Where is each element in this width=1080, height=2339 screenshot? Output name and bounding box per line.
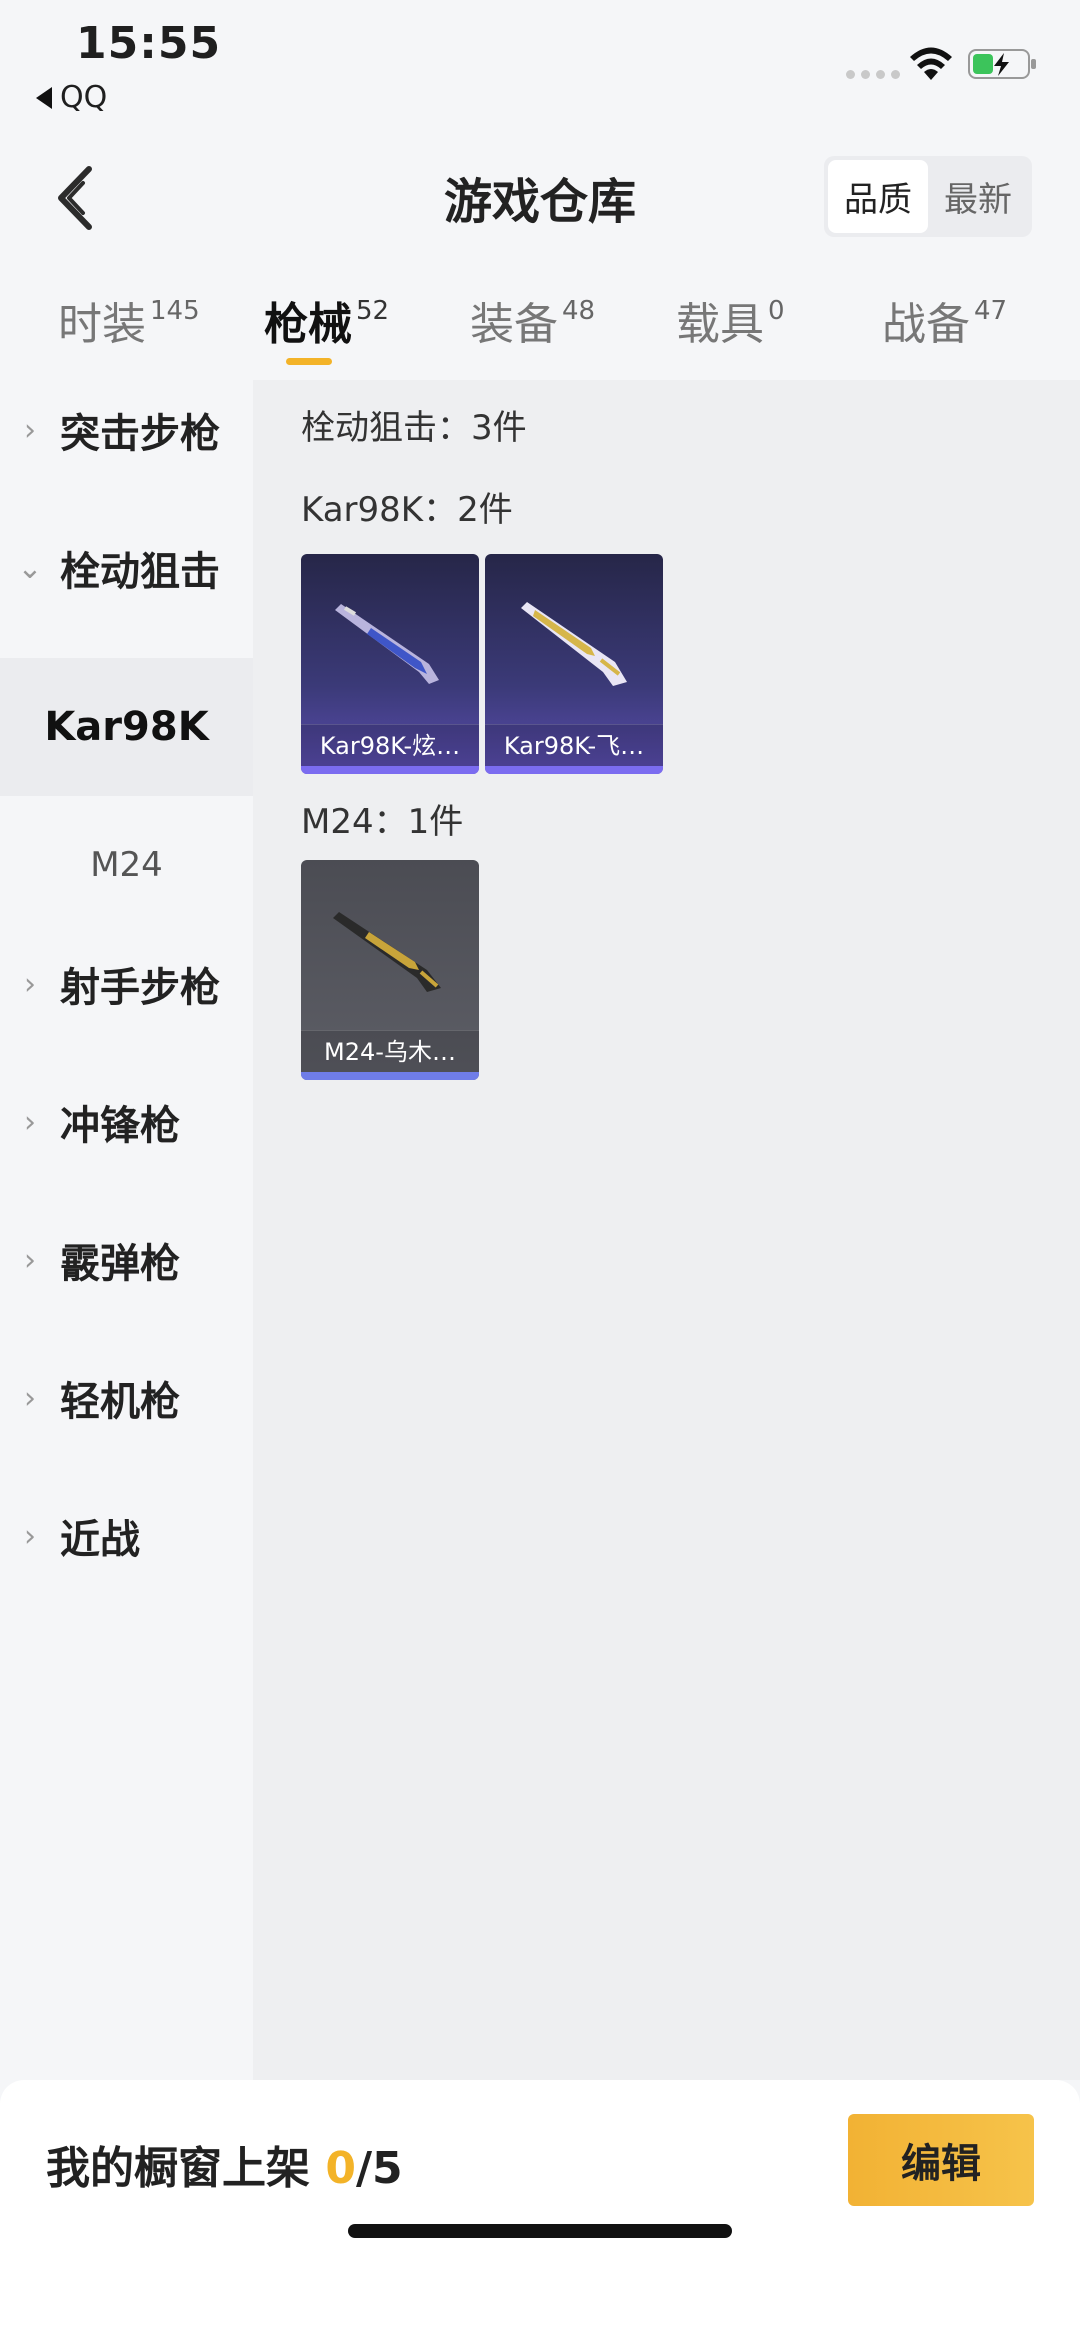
sidebar-item-smg[interactable]: › 冲锋枪 — [0, 1072, 253, 1172]
group-title-kar98k: Kar98K：2件 — [301, 490, 513, 530]
tab-count: 0 — [768, 296, 785, 326]
chevron-right-icon: › — [24, 1242, 36, 1278]
game-warehouse-page: 15:55 QQ 游戏仓库 品质 最新 时装 145 枪械 52 装备 48 载… — [0, 0, 1080, 2339]
tab-count: 47 — [974, 296, 1008, 326]
rifle-icon — [521, 602, 627, 686]
weapon-category-sidebar: › 突击步枪 ⌄ 栓动狙击 Kar98K M24 › 射手步枪 › 冲锋枪 › … — [0, 380, 253, 2080]
tab-label: 时装 — [58, 299, 146, 350]
chevron-right-icon: › — [24, 1104, 36, 1140]
chevron-right-icon: › — [24, 966, 36, 1002]
chevron-right-icon: › — [24, 412, 36, 448]
active-tab-indicator — [286, 358, 332, 365]
showcase-count: 0 — [325, 2143, 356, 2194]
sidebar-item-label: 近战 — [60, 1517, 140, 1563]
tab-count: 145 — [150, 296, 200, 326]
weapon-name: Kar98K-炫… — [301, 724, 479, 766]
tab-fashion[interactable]: 时装 145 — [58, 288, 200, 352]
tab-label: 装备 — [470, 299, 558, 350]
showcase-total: /5 — [355, 2143, 403, 2194]
tab-supplies[interactable]: 战备 47 — [882, 288, 1007, 352]
category-total: 栓动狙击：3件 — [301, 408, 527, 448]
showcase-label: 我的橱窗上架 — [46, 2143, 326, 2194]
chevron-right-icon: › — [24, 1518, 36, 1554]
sidebar-subitem-m24[interactable]: M24 — [0, 796, 253, 934]
category-tabs: 时装 145 枪械 52 装备 48 载具 0 战备 47 — [0, 280, 1080, 380]
home-indicator[interactable] — [348, 2224, 732, 2238]
sidebar-item-melee[interactable]: › 近战 — [0, 1486, 253, 1586]
chevron-down-icon: ⌄ — [17, 550, 43, 586]
sort-toggle: 品质 最新 — [824, 156, 1032, 237]
sidebar-subitem-kar98k[interactable]: Kar98K — [0, 658, 253, 796]
rarity-bar — [301, 766, 479, 774]
chevron-right-icon: › — [24, 1380, 36, 1416]
rarity-bar — [301, 1072, 479, 1080]
showcase-bar: 我的橱窗上架 0/5 编辑 — [0, 2080, 1080, 2339]
sort-option-quality[interactable]: 品质 — [828, 160, 928, 233]
sidebar-item-assault-rifle[interactable]: › 突击步枪 — [0, 380, 253, 480]
tab-label: 载具 — [676, 299, 764, 350]
back-app-label: QQ — [60, 80, 108, 115]
tab-equipment[interactable]: 装备 48 — [470, 288, 595, 352]
weapon-card[interactable]: M24-乌木… — [301, 860, 479, 1080]
sidebar-item-lmg[interactable]: › 轻机枪 — [0, 1348, 253, 1448]
group-title-m24: M24：1件 — [301, 802, 464, 842]
rifle-icon — [335, 604, 439, 684]
cellular-signal-icon — [846, 70, 900, 79]
nav-header: 游戏仓库 品质 最新 — [0, 140, 1080, 260]
sidebar-item-label: 突击步枪 — [60, 411, 220, 457]
tab-count: 48 — [562, 296, 596, 326]
sidebar-item-marksman-rifle[interactable]: › 射手步枪 — [0, 934, 253, 1034]
status-time: 15:55 — [76, 18, 222, 69]
weapon-name: M24-乌木… — [301, 1030, 479, 1072]
sidebar-item-label: 霰弹枪 — [60, 1241, 180, 1287]
sidebar-item-label: 射手步枪 — [60, 965, 220, 1011]
weapon-card[interactable]: Kar98K-炫… — [301, 554, 479, 774]
back-to-app-link[interactable]: QQ — [36, 80, 107, 115]
sort-option-newest[interactable]: 最新 — [928, 160, 1028, 233]
status-bar: 15:55 QQ — [0, 0, 1080, 120]
sidebar-item-label: 轻机枪 — [60, 1379, 180, 1425]
rarity-bar — [485, 766, 663, 774]
sidebar-item-shotgun[interactable]: › 霰弹枪 — [0, 1210, 253, 1310]
tab-label: 战备 — [882, 299, 970, 350]
tab-firearms[interactable]: 枪械 52 — [264, 288, 389, 352]
rifle-icon — [333, 912, 441, 992]
tab-vehicles[interactable]: 载具 0 — [676, 288, 785, 352]
tab-count: 52 — [356, 296, 390, 326]
showcase-status: 我的橱窗上架 0/5 — [46, 2132, 403, 2196]
sidebar-item-label: 冲锋枪 — [60, 1103, 180, 1149]
sidebar-item-bolt-sniper[interactable]: ⌄ 栓动狙击 — [0, 518, 253, 618]
back-triangle-icon — [36, 86, 52, 109]
weapon-card[interactable]: Kar98K-飞… — [485, 554, 663, 774]
sidebar-item-label: 栓动狙击 — [60, 549, 220, 595]
wifi-icon — [910, 47, 952, 80]
tab-label: 枪械 — [264, 299, 352, 350]
edit-button[interactable]: 编辑 — [848, 2114, 1034, 2206]
weapon-list-panel: 栓动狙击：3件 Kar98K：2件 Kar98K-炫… Kar98K-飞… M2… — [253, 380, 1080, 2080]
battery-icon — [968, 49, 1036, 79]
weapon-name: Kar98K-飞… — [485, 724, 663, 766]
